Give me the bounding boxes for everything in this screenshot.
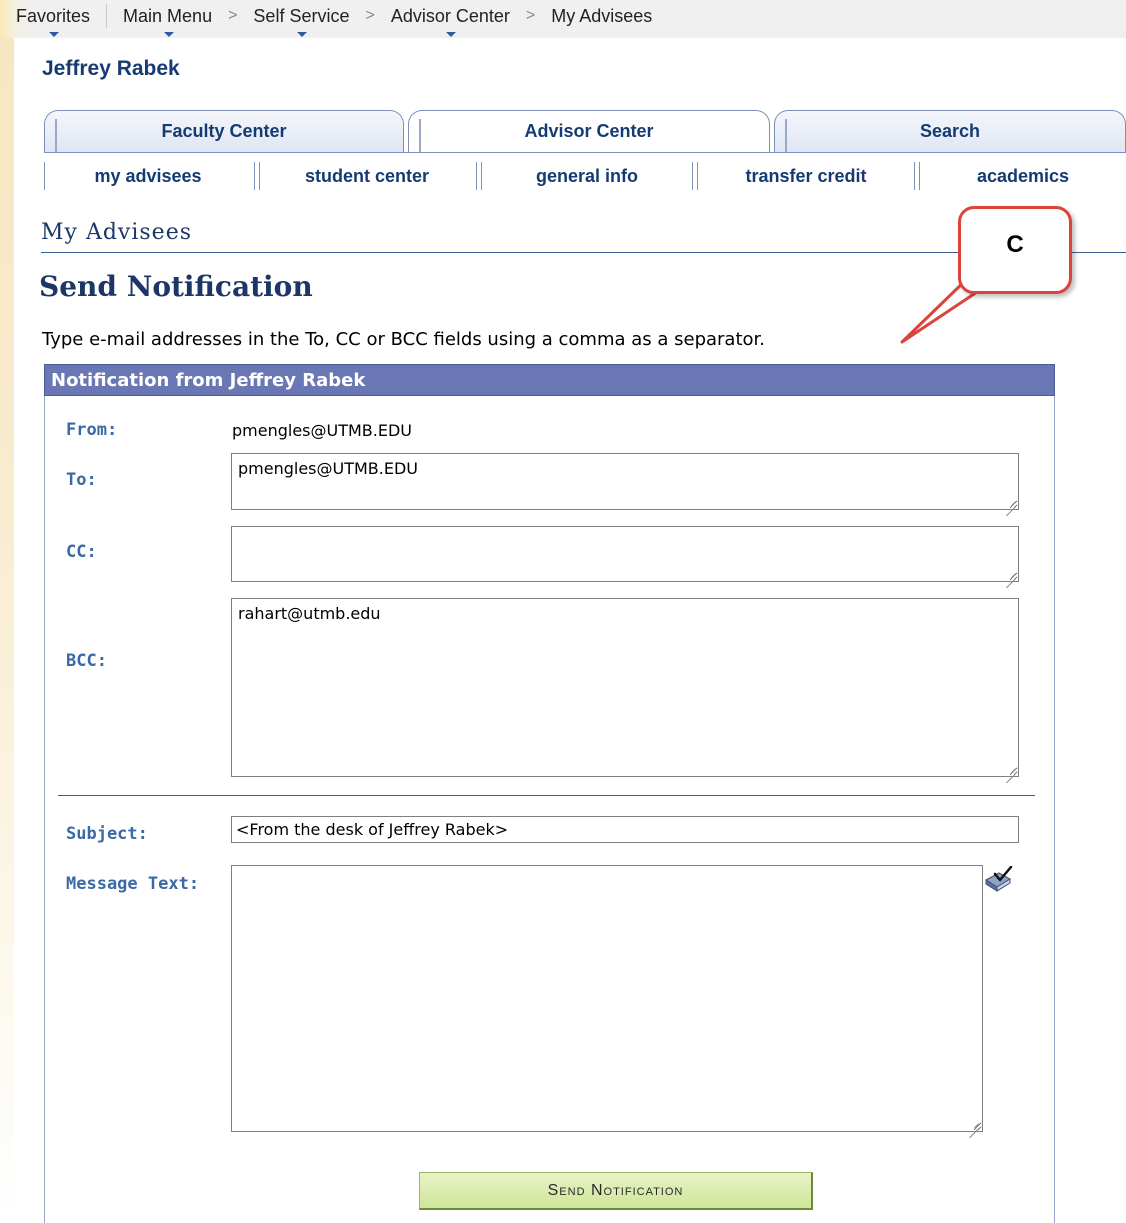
tab-label: Advisor Center (524, 121, 654, 141)
chevron-down-icon (163, 31, 174, 37)
breadcrumb-label: Advisor Center (390, 5, 510, 26)
subtab-label: student center (304, 165, 430, 186)
chevron-down-icon (297, 31, 308, 37)
subject-label: Subject: (66, 824, 148, 844)
callout-label: C (958, 206, 1072, 294)
sub-tabs: my advisees student center general info … (44, 160, 1126, 194)
message-text-field[interactable] (231, 865, 983, 1132)
left-edge-decoration (0, 38, 14, 1223)
breadcrumb-label: Self Service (253, 5, 350, 26)
subtab-divider (914, 162, 920, 190)
breadcrumb-separator: > (525, 7, 536, 24)
subtab-label: transfer credit (745, 165, 867, 186)
breadcrumb-favorites[interactable]: Favorites (0, 5, 106, 37)
subtab-label: academics (976, 165, 1070, 186)
subtab-general-info[interactable]: general info (486, 160, 688, 192)
chevron-down-icon (446, 31, 457, 37)
send-notification-button[interactable]: Send Notification (419, 1172, 813, 1210)
chevron-down-icon (49, 31, 60, 37)
subtab-divider (44, 162, 45, 190)
form-divider (58, 795, 1035, 796)
section-title: Send Notification (39, 270, 313, 303)
breadcrumb-self-service[interactable]: Self Service (237, 5, 365, 37)
breadcrumb-label: Main Menu (123, 5, 213, 26)
subtab-label: my advisees (94, 165, 202, 186)
user-name: Jeffrey Rabek (42, 57, 180, 80)
breadcrumb-separator: > (365, 7, 375, 24)
breadcrumb-label: My Advisees (551, 5, 653, 26)
subtab-label: general info (535, 165, 638, 186)
bcc-field[interactable]: rahart@utmb.edu (231, 598, 1019, 777)
to-label: To: (66, 470, 97, 490)
breadcrumb-main-menu[interactable]: Main Menu (107, 5, 228, 37)
subtab-transfer-credit[interactable]: transfer credit (702, 160, 910, 192)
tab-label: Search (919, 121, 981, 141)
main-tabs: Faculty Center Advisor Center Search (44, 110, 1126, 152)
cc-field[interactable] (231, 526, 1019, 582)
to-field[interactable]: pmengles@UTMB.EDU (231, 453, 1019, 510)
tab-advisor-center[interactable]: Advisor Center (408, 110, 770, 152)
tab-underline (44, 152, 1126, 153)
from-label: From: (66, 420, 118, 440)
instructions-text: Type e-mail addresses in the To, CC or B… (42, 329, 766, 350)
tab-search[interactable]: Search (774, 110, 1126, 152)
breadcrumb-separator: > (228, 7, 238, 24)
subtab-student-center[interactable]: student center (264, 160, 470, 192)
subtab-academics[interactable]: academics (924, 160, 1122, 192)
spell-check-icon[interactable] (983, 866, 1013, 894)
notification-header: Notification from Jeffrey Rabek (44, 364, 1055, 396)
subtab-divider (692, 162, 698, 190)
subtab-divider (476, 162, 482, 190)
cc-label: CC: (66, 542, 97, 562)
subject-input[interactable] (231, 816, 1019, 843)
breadcrumb-label: Favorites (16, 5, 91, 26)
breadcrumb-advisor-center[interactable]: Advisor Center (375, 5, 526, 37)
page-title: My Advisees (41, 220, 193, 245)
from-value: pmengles@UTMB.EDU (232, 421, 412, 440)
bcc-label: BCC: (66, 651, 107, 671)
breadcrumb: Favorites Main Menu > Self Service > Adv… (0, 0, 1126, 38)
message-text-label: Message Text: (66, 874, 200, 894)
breadcrumb-my-advisees[interactable]: My Advisees (535, 6, 668, 33)
tab-faculty-center[interactable]: Faculty Center (44, 110, 404, 152)
tab-label: Faculty Center (161, 121, 287, 141)
subtab-my-advisees[interactable]: my advisees (50, 160, 246, 192)
subtab-divider (254, 162, 260, 190)
